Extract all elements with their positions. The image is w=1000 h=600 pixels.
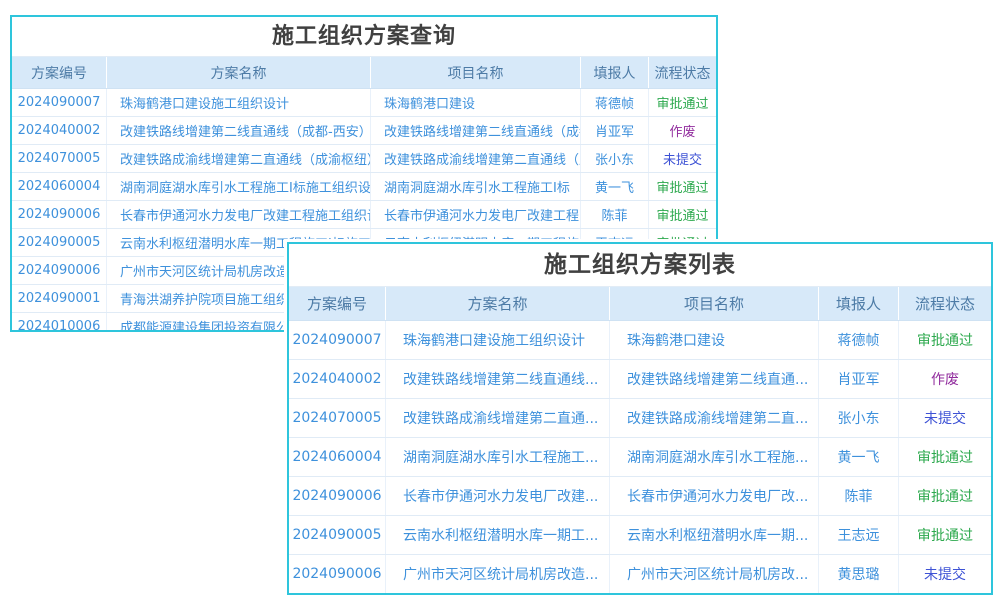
table-row[interactable]: 2024040002改建铁路线增建第二线直通线（成都-西安）施工组织设计改建铁路…	[12, 117, 716, 145]
plan-name-cell: 珠海鹤港口建设施工组织设计	[107, 89, 371, 116]
plan-name-cell: 湖南洞庭湖水库引水工程施工...	[386, 438, 610, 476]
table-row[interactable]: 2024090007珠海鹤港口建设施工组织设计珠海鹤港口建设蒋德帧审批通过	[289, 321, 991, 360]
table-row[interactable]: 2024060004湖南洞庭湖水库引水工程施工...湖南洞庭湖水库引水工程施..…	[289, 438, 991, 477]
plan-name-cell: 广州市天河区统计局机房改造...	[386, 555, 610, 593]
reporter-cell: 张小东	[819, 399, 899, 437]
column-header-4: 流程状态	[899, 287, 991, 320]
list-table-body: 2024090007珠海鹤港口建设施工组织设计珠海鹤港口建设蒋德帧审批通过202…	[289, 321, 991, 594]
column-header-2: 项目名称	[610, 287, 819, 320]
plan-number-cell[interactable]: 2024070005	[12, 145, 107, 172]
project-name-cell: 珠海鹤港口建设	[371, 89, 581, 116]
plan-name-cell: 长春市伊通河水力发电厂改建工程施工组织设计	[107, 201, 371, 228]
project-name-cell: 湖南洞庭湖水库引水工程施工I标	[371, 173, 581, 200]
reporter-cell: 肖亚军	[581, 117, 649, 144]
reporter-cell: 黄一飞	[581, 173, 649, 200]
plan-name-cell: 改建铁路线增建第二线直通线（成都-西安）施工组织设计	[107, 117, 371, 144]
plan-number-cell[interactable]: 2024090007	[289, 321, 386, 359]
column-header-4: 流程状态	[649, 57, 716, 88]
table-row[interactable]: 2024090005云南水利枢纽潜明水库一期工...云南水利枢纽潜明水库一期..…	[289, 516, 991, 555]
project-name-cell: 改建铁路成渝线增建第二直通线（成渝枢纽）	[371, 145, 581, 172]
table-row[interactable]: 2024040002改建铁路线增建第二线直通线...改建铁路线增建第二线直通..…	[289, 360, 991, 399]
status-cell: 未提交	[899, 555, 991, 593]
project-name-cell: 湖南洞庭湖水库引水工程施...	[610, 438, 819, 476]
status-cell: 作废	[649, 117, 716, 144]
project-name-cell: 长春市伊通河水力发电厂改建工程	[371, 201, 581, 228]
table-row[interactable]: 2024090006广州市天河区统计局机房改造...广州市天河区统计局机房改..…	[289, 555, 991, 594]
list-panel-title: 施工组织方案列表	[289, 244, 991, 287]
plan-number-cell[interactable]: 2024090001	[12, 285, 107, 312]
plan-number-cell[interactable]: 2024070005	[289, 399, 386, 437]
list-panel: 施工组织方案列表 方案编号方案名称项目名称填报人流程状态 2024090007珠…	[287, 242, 993, 595]
project-name-cell: 云南水利枢纽潜明水库一期...	[610, 516, 819, 554]
plan-number-cell[interactable]: 2024060004	[289, 438, 386, 476]
reporter-cell: 蒋德帧	[819, 321, 899, 359]
plan-name-cell: 改建铁路线增建第二线直通线...	[386, 360, 610, 398]
project-name-cell: 改建铁路成渝线增建第二直...	[610, 399, 819, 437]
plan-number-cell[interactable]: 2024040002	[289, 360, 386, 398]
status-cell: 审批通过	[649, 89, 716, 116]
project-name-cell: 长春市伊通河水力发电厂改...	[610, 477, 819, 515]
table-row[interactable]: 2024090006长春市伊通河水力发电厂改建工程施工组织设计长春市伊通河水力发…	[12, 201, 716, 229]
project-name-cell: 珠海鹤港口建设	[610, 321, 819, 359]
column-header-0: 方案编号	[289, 287, 386, 320]
status-cell: 未提交	[899, 399, 991, 437]
status-cell: 审批通过	[649, 201, 716, 228]
reporter-cell: 张小东	[581, 145, 649, 172]
reporter-cell: 肖亚军	[819, 360, 899, 398]
plan-number-cell[interactable]: 2024090006	[12, 257, 107, 284]
column-header-1: 方案名称	[107, 57, 371, 88]
column-header-3: 填报人	[581, 57, 649, 88]
table-row[interactable]: 2024070005改建铁路成渝线增建第二直通...改建铁路成渝线增建第二直..…	[289, 399, 991, 438]
list-table-header: 方案编号方案名称项目名称填报人流程状态	[289, 287, 991, 321]
table-row[interactable]: 2024060004湖南洞庭湖水库引水工程施工I标施工组织设计湖南洞庭湖水库引水…	[12, 173, 716, 201]
reporter-cell: 陈菲	[819, 477, 899, 515]
reporter-cell: 陈菲	[581, 201, 649, 228]
table-row[interactable]: 2024090006长春市伊通河水力发电厂改建...长春市伊通河水力发电厂改..…	[289, 477, 991, 516]
column-header-2: 项目名称	[371, 57, 581, 88]
status-cell: 审批通过	[649, 173, 716, 200]
plan-name-cell: 珠海鹤港口建设施工组织设计	[386, 321, 610, 359]
project-name-cell: 改建铁路线增建第二线直通线（成都-西安）	[371, 117, 581, 144]
plan-number-cell[interactable]: 2024090005	[12, 229, 107, 256]
query-table-header: 方案编号方案名称项目名称填报人流程状态	[12, 57, 716, 89]
plan-number-cell[interactable]: 2024060004	[12, 173, 107, 200]
plan-number-cell[interactable]: 2024090005	[289, 516, 386, 554]
reporter-cell: 黄一飞	[819, 438, 899, 476]
plan-name-cell: 长春市伊通河水力发电厂改建...	[386, 477, 610, 515]
table-row[interactable]: 2024090007珠海鹤港口建设施工组织设计珠海鹤港口建设蒋德帧审批通过	[12, 89, 716, 117]
plan-number-cell[interactable]: 2024040002	[12, 117, 107, 144]
project-name-cell: 广州市天河区统计局机房改...	[610, 555, 819, 593]
column-header-1: 方案名称	[386, 287, 610, 320]
plan-name-cell: 湖南洞庭湖水库引水工程施工I标施工组织设计	[107, 173, 371, 200]
table-row[interactable]: 2024070005改建铁路成渝线增建第二直通线（成渝枢纽）施工组织设计改建铁路…	[12, 145, 716, 173]
status-cell: 审批通过	[899, 438, 991, 476]
plan-number-cell[interactable]: 2024010006	[12, 313, 107, 332]
plan-number-cell[interactable]: 2024090006	[289, 555, 386, 593]
status-cell: 未提交	[649, 145, 716, 172]
status-cell: 作废	[899, 360, 991, 398]
project-name-cell: 改建铁路线增建第二线直通...	[610, 360, 819, 398]
reporter-cell: 黄思璐	[819, 555, 899, 593]
reporter-cell: 蒋德帧	[581, 89, 649, 116]
plan-name-cell: 云南水利枢纽潜明水库一期工...	[386, 516, 610, 554]
column-header-0: 方案编号	[12, 57, 107, 88]
plan-number-cell[interactable]: 2024090006	[289, 477, 386, 515]
plan-name-cell: 改建铁路成渝线增建第二直通线（成渝枢纽）施工组织设计	[107, 145, 371, 172]
status-cell: 审批通过	[899, 321, 991, 359]
status-cell: 审批通过	[899, 477, 991, 515]
plan-number-cell[interactable]: 2024090007	[12, 89, 107, 116]
status-cell: 审批通过	[899, 516, 991, 554]
query-panel-title: 施工组织方案查询	[12, 17, 716, 57]
reporter-cell: 王志远	[819, 516, 899, 554]
plan-name-cell: 改建铁路成渝线增建第二直通...	[386, 399, 610, 437]
plan-number-cell[interactable]: 2024090006	[12, 201, 107, 228]
column-header-3: 填报人	[819, 287, 899, 320]
